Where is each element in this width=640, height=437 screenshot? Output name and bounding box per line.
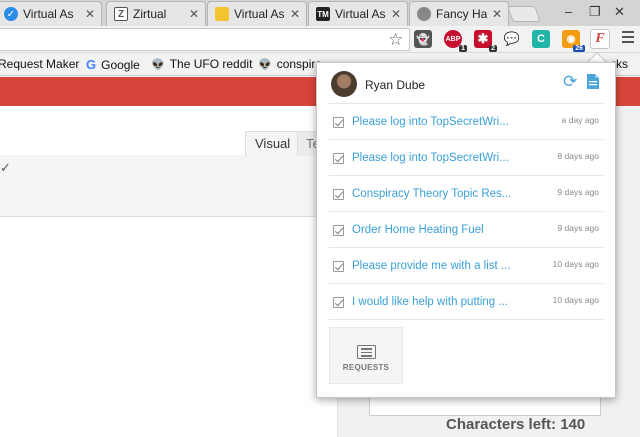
fancy-hands-popup: Ryan Dube ⟳ Please log into TopSecretWri… (316, 62, 616, 398)
request-title[interactable]: Please provide me with a list ... (352, 260, 511, 272)
reddit-icon: 👽 (151, 58, 165, 71)
close-tab-icon[interactable]: ✕ (290, 7, 300, 21)
list-icon (357, 345, 376, 359)
avatar (331, 71, 357, 97)
check-circle-icon: ✓ (4, 7, 18, 21)
rss-label: ◉ (566, 33, 576, 45)
new-tab-button[interactable] (507, 6, 541, 22)
minimize-icon[interactable]: – (565, 4, 572, 19)
list-item[interactable]: Please log into TopSecretWri... 8 days a… (329, 140, 603, 176)
abp-label: ABP (445, 35, 461, 43)
ghost-extension-icon[interactable]: 👻 (414, 30, 432, 48)
reddit-icon: 👽 (258, 58, 272, 71)
fancy-hands-icon[interactable]: F (590, 29, 610, 49)
refresh-icon[interactable]: ⟳ (563, 72, 577, 92)
bookmark-label: Google (101, 57, 140, 72)
checkbox-icon (333, 225, 344, 236)
editor-toolbar (0, 155, 340, 217)
bookmark-google[interactable]: G Google (86, 57, 140, 72)
close-tab-icon[interactable]: ✕ (391, 7, 401, 21)
tm-icon: TM (316, 7, 330, 21)
bookmark-request-maker[interactable]: Request Maker (0, 57, 79, 71)
bookmark-star-icon[interactable]: ☆ (388, 30, 403, 50)
lastpass-label: ✱ (477, 31, 489, 46)
request-list: Please log into TopSecretWri... a day ag… (329, 104, 603, 320)
browser-tab-1[interactable]: ✓ Virtual As ✕ (0, 1, 102, 26)
lastpass-icon[interactable]: ✱ 2 (474, 30, 497, 52)
list-item[interactable]: Please provide me with a list ... 10 day… (329, 248, 603, 284)
checkbox-icon (333, 189, 344, 200)
chat-extension-icon[interactable]: 💬 (503, 30, 521, 48)
apple-icon (417, 7, 431, 21)
close-tab-icon[interactable]: ✕ (492, 7, 502, 21)
close-tab-icon[interactable]: ✕ (85, 7, 95, 21)
tab-label: Virtual As (23, 7, 74, 21)
rss-badge: 26 (573, 45, 585, 52)
bookmark-ufo-reddit[interactable]: 👽 The UFO reddit (151, 57, 252, 71)
requests-tab-button[interactable]: REQUESTS (329, 327, 403, 384)
close-window-icon[interactable]: ✕ (614, 4, 625, 20)
list-item[interactable]: Order Home Heating Fuel 9 days ago (329, 212, 603, 248)
checkbox-icon (333, 297, 344, 308)
bookmark-label: The UFO reddit (169, 57, 253, 71)
request-time: 10 days ago (552, 295, 599, 305)
address-bar[interactable] (0, 28, 410, 51)
adblock-plus-icon[interactable]: ABP 1 (444, 30, 467, 52)
close-tab-icon[interactable]: ✕ (189, 7, 199, 21)
browser-tab-5[interactable]: Fancy Ha ✕ (409, 1, 509, 26)
tab-label: Zirtual (133, 7, 167, 21)
list-item[interactable]: Please log into TopSecretWri... a day ag… (329, 104, 603, 140)
list-item[interactable]: I would like help with putting ... 10 da… (329, 284, 603, 320)
bookmark-conspiracy[interactable]: 👽 conspira (258, 57, 322, 71)
google-icon: G (86, 57, 97, 72)
tab-visual[interactable]: Visual (245, 131, 301, 156)
tab-strip: ✓ Virtual As ✕ Z Zirtual ✕ Virtual As ✕ … (0, 0, 640, 26)
zirtual-icon: Z (114, 7, 128, 21)
request-title[interactable]: Please log into TopSecretWri... (352, 116, 509, 128)
request-time: 9 days ago (557, 223, 599, 233)
c-extension-icon[interactable]: C (532, 30, 550, 48)
folder-icon (215, 7, 229, 21)
user-name: Ryan Dube (365, 78, 426, 92)
checkbox-icon (333, 117, 344, 128)
hamburger-menu-icon[interactable] (622, 31, 634, 43)
request-time: a day ago (561, 115, 599, 125)
list-item[interactable]: Conspiracy Theory Topic Res... 9 days ag… (329, 176, 603, 212)
tab-label: Virtual As (335, 7, 386, 21)
rss-icon[interactable]: ◉ 26 (562, 30, 585, 52)
request-time: 8 days ago (557, 151, 599, 161)
requests-tab-label: REQUESTS (342, 363, 390, 372)
document-icon[interactable] (586, 73, 600, 90)
abp-badge: 1 (459, 45, 467, 52)
browser-tab-3[interactable]: Virtual As ✕ (207, 1, 307, 26)
request-title[interactable]: Please log into TopSecretWri... (352, 152, 509, 164)
request-time: 9 days ago (557, 187, 599, 197)
maximize-icon[interactable]: ❐ (589, 4, 601, 20)
characters-left-counter: Characters left: 140 (446, 416, 586, 433)
lastpass-badge: 2 (489, 45, 497, 52)
request-title[interactable]: Conspiracy Theory Topic Res... (352, 188, 511, 200)
check-icon[interactable]: ✓ (0, 160, 11, 176)
request-title[interactable]: I would like help with putting ... (352, 296, 508, 308)
tab-label: Virtual As (234, 7, 285, 21)
checkbox-icon (333, 153, 344, 164)
request-title[interactable]: Order Home Heating Fuel (352, 224, 484, 236)
browser-tab-4[interactable]: TM Virtual As ✕ (308, 1, 408, 26)
tab-label: Fancy Ha (436, 7, 488, 21)
browser-tab-2[interactable]: Z Zirtual ✕ (106, 1, 206, 26)
checkbox-icon (333, 261, 344, 272)
request-time: 10 days ago (552, 259, 599, 269)
bookmark-label: Request Maker (0, 57, 80, 71)
